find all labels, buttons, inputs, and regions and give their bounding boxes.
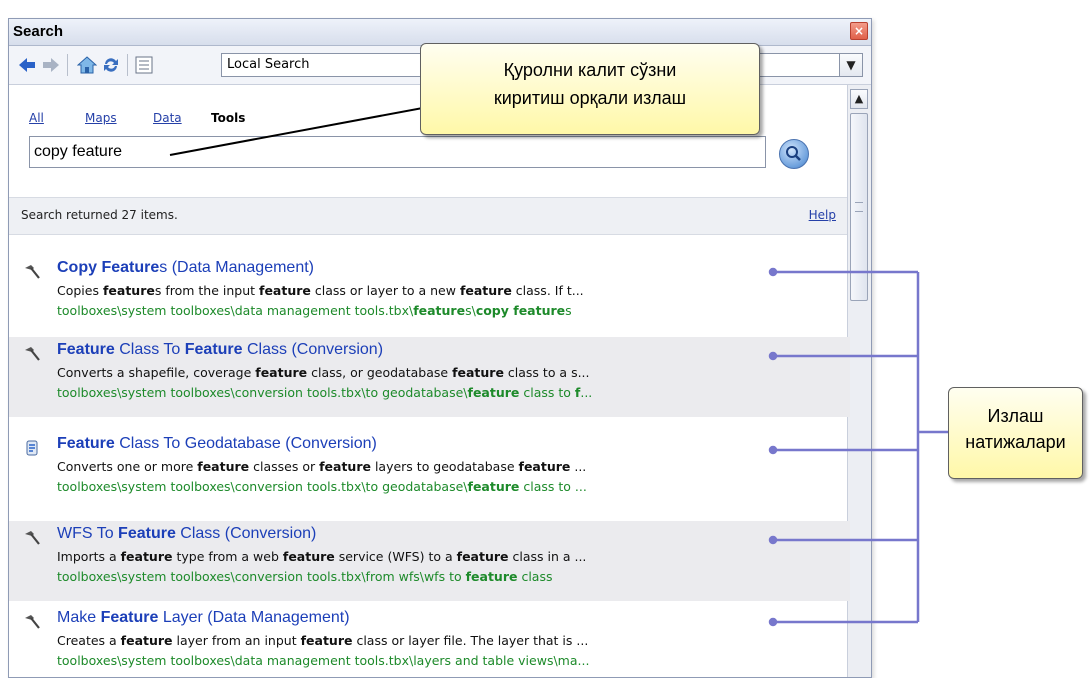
results-callout-line2: натижалари xyxy=(965,432,1066,452)
search-callout: Қуролни калит сўзни киритиш орқали излаш xyxy=(420,43,760,135)
search-callout-line2: киритиш орқали излаш xyxy=(493,88,687,108)
results-callout: Излаш натижалари xyxy=(948,387,1083,479)
results-callout-line1: Излаш xyxy=(987,406,1044,426)
results-bracket xyxy=(768,267,948,627)
callout-pointer-line xyxy=(169,101,456,156)
search-callout-line1: Қуролни калит сўзни xyxy=(503,60,677,80)
